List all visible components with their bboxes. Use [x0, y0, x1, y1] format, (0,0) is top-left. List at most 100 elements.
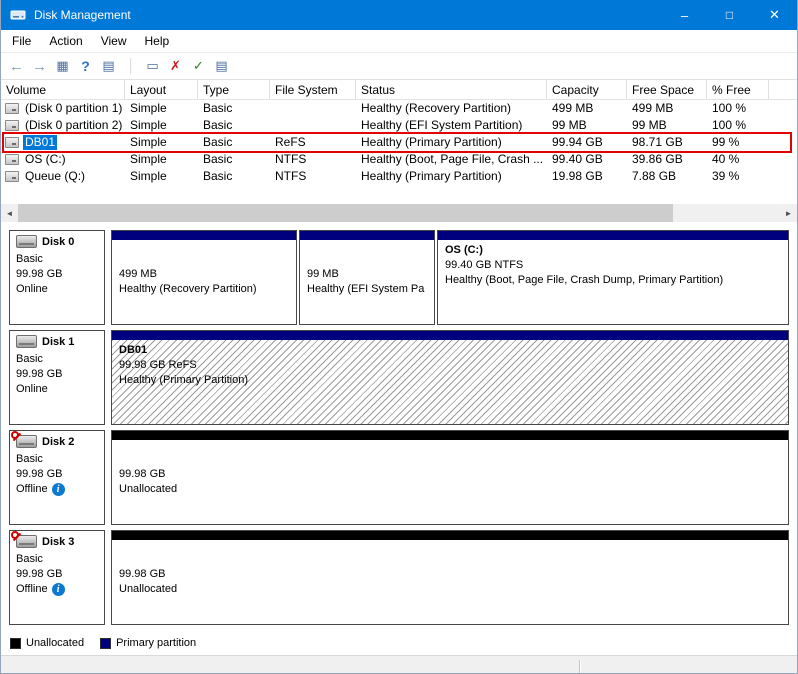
partition-status: Healthy (Recovery Partition) — [119, 282, 289, 297]
column-header-capacity[interactable]: Capacity — [547, 80, 627, 99]
menu-view[interactable]: View — [92, 31, 136, 51]
disk-block-3: Disk 3 Basic 99.98 GB Offline i 99.98 GB… — [9, 530, 789, 625]
horizontal-scrollbar[interactable]: ◄ ► — [1, 204, 797, 222]
partition-body: 99.98 GB Unallocated — [112, 540, 788, 624]
partition-db01-selected[interactable]: DB01 99.98 GB ReFS Healthy (Primary Part… — [111, 330, 789, 425]
volume-table-header: Volume Layout Type File System Status Ca… — [1, 80, 797, 100]
disk-status: Online — [16, 382, 99, 397]
partition-body: 499 MB Healthy (Recovery Partition) — [112, 240, 296, 324]
disk-type: Basic — [16, 552, 99, 567]
menu-help[interactable]: Help — [136, 31, 179, 51]
partition-efi[interactable]: 99 MB Healthy (EFI System Pa — [299, 230, 435, 325]
column-header-status[interactable]: Status — [356, 80, 547, 99]
volume-cell: DB01 — [1, 134, 125, 151]
volume-name: Queue (Q:) — [23, 169, 87, 184]
help-icon[interactable]: ? — [75, 56, 96, 77]
scroll-left-button[interactable]: ◄ — [1, 204, 18, 222]
unallocated-swatch-icon — [10, 638, 21, 649]
close-button[interactable]: ✕ — [752, 0, 797, 30]
partition-recovery[interactable]: 499 MB Healthy (Recovery Partition) — [111, 230, 297, 325]
volume-free-space: 99 MB — [627, 117, 707, 134]
back-icon[interactable]: ← — [6, 56, 27, 77]
legend-label: Unallocated — [26, 637, 84, 649]
window-controls: – □ ✕ — [662, 0, 797, 30]
disk-label: Disk 0 — [42, 236, 74, 248]
volume-row-disk0-partition1[interactable]: (Disk 0 partition 1) Simple Basic Health… — [1, 100, 797, 117]
volume-cell: OS (C:) — [1, 151, 125, 168]
volume-icon — [5, 154, 19, 165]
disk-size: 99.98 GB — [16, 367, 99, 382]
disk-status-text: Online — [16, 282, 48, 297]
disk-icon — [16, 335, 37, 348]
column-header-layout[interactable]: Layout — [125, 80, 198, 99]
disk-status-text: Online — [16, 382, 48, 397]
partition-size: 99.98 GB — [119, 467, 781, 482]
column-header-file-system[interactable]: File System — [270, 80, 356, 99]
info-icon[interactable]: i — [52, 583, 65, 596]
partition-body: OS (C:) 99.40 GB NTFS Healthy (Boot, Pag… — [438, 240, 788, 324]
disk-icon — [16, 235, 37, 248]
volume-file-system — [270, 117, 356, 134]
disk-panel-2[interactable]: Disk 2 Basic 99.98 GB Offline i — [9, 430, 105, 525]
column-header-free-space[interactable]: Free Space — [627, 80, 707, 99]
volume-status: Healthy (Primary Partition) — [356, 168, 547, 185]
volume-type: Basic — [198, 168, 270, 185]
volume-name: OS (C:) — [23, 152, 68, 167]
delete-volume-icon[interactable]: ✗ — [165, 56, 186, 77]
disk-type: Basic — [16, 452, 99, 467]
action-pane-icon[interactable]: ▭ — [142, 56, 163, 77]
disk-block-1: Disk 1 Basic 99.98 GB Online DB01 99.98 … — [9, 330, 789, 425]
disk-block-0: Disk 0 Basic 99.98 GB Online 499 MB Heal… — [9, 230, 789, 325]
disk-panel-0[interactable]: Disk 0 Basic 99.98 GB Online — [9, 230, 105, 325]
menu-file[interactable]: File — [3, 31, 40, 51]
unallocated-strip — [112, 531, 788, 540]
console-tree-icon[interactable]: ▦ — [52, 56, 73, 77]
console-window-icon[interactable]: ▤ — [98, 56, 119, 77]
disk-size: 99.98 GB — [16, 567, 99, 582]
partition-os-c[interactable]: OS (C:) 99.40 GB NTFS Healthy (Boot, Pag… — [437, 230, 789, 325]
partition-name: OS (C:) — [445, 243, 781, 258]
legend-label: Primary partition — [116, 637, 196, 649]
volume-row-os-c[interactable]: OS (C:) Simple Basic NTFS Healthy (Boot,… — [1, 151, 797, 168]
disk-management-window: Disk Management – □ ✕ File Action View H… — [0, 0, 798, 674]
properties-icon[interactable]: ▤ — [211, 56, 232, 77]
volume-pct-free: 99 % — [707, 134, 769, 151]
disk-icon-offline — [16, 535, 37, 548]
partition-status: Unallocated — [119, 582, 781, 597]
disk-partitions: DB01 99.98 GB ReFS Healthy (Primary Part… — [111, 330, 789, 425]
mark-partition-icon[interactable]: ✓ — [188, 56, 209, 77]
info-icon[interactable]: i — [52, 483, 65, 496]
disk-panel-3[interactable]: Disk 3 Basic 99.98 GB Offline i — [9, 530, 105, 625]
volume-icon — [5, 171, 19, 182]
primary-partition-strip — [112, 331, 788, 340]
volume-type: Basic — [198, 117, 270, 134]
partition-status: Unallocated — [119, 482, 781, 497]
maximize-button[interactable]: □ — [707, 0, 752, 30]
volume-row-disk0-partition2[interactable]: (Disk 0 partition 2) Simple Basic Health… — [1, 117, 797, 134]
volume-icon — [5, 120, 19, 131]
minimize-button[interactable]: – — [662, 0, 707, 30]
disk-panel-head: Disk 2 — [16, 435, 99, 448]
column-header-type[interactable]: Type — [198, 80, 270, 99]
column-header-pct-free[interactable]: % Free — [707, 80, 769, 99]
volume-free-space: 7.88 GB — [627, 168, 707, 185]
disk-panel-1[interactable]: Disk 1 Basic 99.98 GB Online — [9, 330, 105, 425]
volume-row-db01-selected[interactable]: DB01 Simple Basic ReFS Healthy (Primary … — [1, 134, 797, 151]
scrollbar-thumb[interactable] — [18, 204, 673, 222]
disk-label: Disk 2 — [42, 436, 74, 448]
disk-panel-head: Disk 3 — [16, 535, 99, 548]
scroll-right-button[interactable]: ► — [780, 204, 797, 222]
status-bar — [1, 655, 797, 674]
volume-cell: (Disk 0 partition 1) — [1, 100, 125, 117]
volume-file-system: NTFS — [270, 151, 356, 168]
forward-icon[interactable]: → — [29, 56, 50, 77]
partition-unallocated[interactable]: 99.98 GB Unallocated — [111, 430, 789, 525]
partition-unallocated[interactable]: 99.98 GB Unallocated — [111, 530, 789, 625]
volume-layout: Simple — [125, 151, 198, 168]
partition-size: 99.98 GB ReFS — [119, 358, 781, 373]
menu-action[interactable]: Action — [40, 31, 91, 51]
volume-icon — [5, 103, 19, 114]
volume-row-queue-q[interactable]: Queue (Q:) Simple Basic NTFS Healthy (Pr… — [1, 168, 797, 185]
column-header-volume[interactable]: Volume — [1, 80, 125, 99]
scrollbar-track[interactable] — [18, 204, 780, 222]
